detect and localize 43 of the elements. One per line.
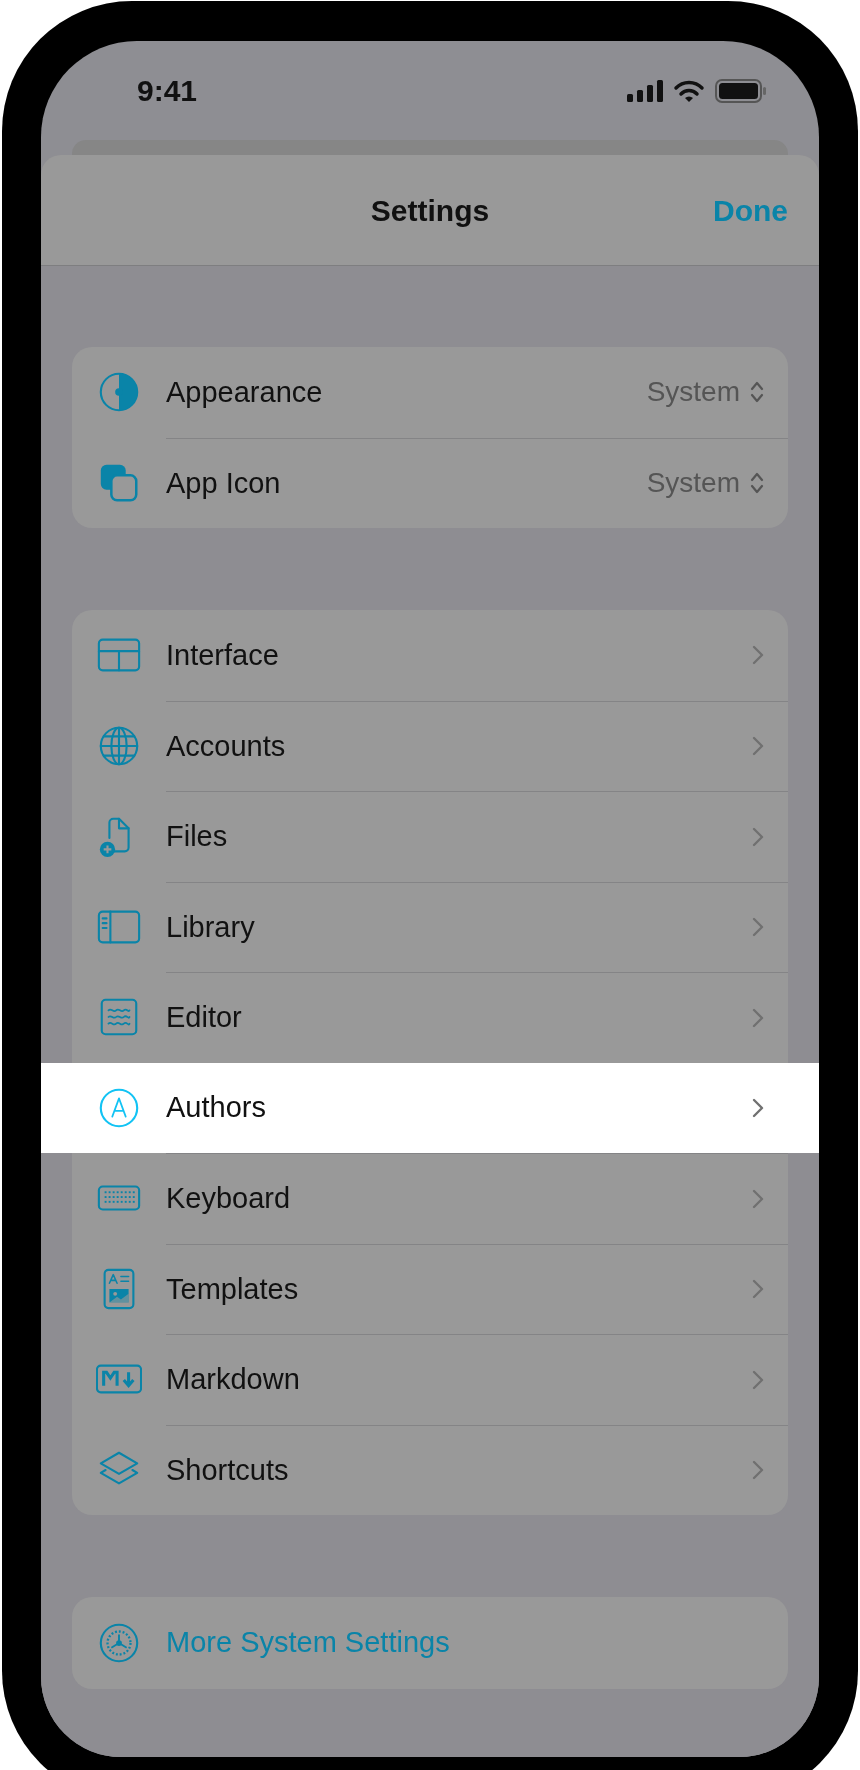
row-label: Authors: [166, 1090, 267, 1125]
settings-row[interactable]: Authors: [41, 1062, 819, 1153]
row-label: Appearance: [166, 374, 324, 410]
chevron-right-icon: [752, 917, 764, 938]
signal-icon: [627, 79, 663, 102]
wifi-icon: [673, 78, 705, 103]
sheet-title: Settings: [370, 192, 490, 229]
row-value: System: [646, 466, 740, 501]
row-label: Files: [166, 819, 229, 854]
row-label: Keyboard: [166, 1181, 292, 1216]
chevron-right-icon: [752, 1279, 764, 1300]
settings-row[interactable]: Accounts: [72, 700, 788, 791]
settings-row[interactable]: Shortcuts: [72, 1424, 788, 1515]
settings-row[interactable]: App Icon System: [72, 437, 788, 528]
row-label: App Icon: [166, 465, 282, 501]
chevron-right-icon: [752, 736, 764, 757]
settings-row[interactable]: Templates: [72, 1243, 788, 1334]
settings-row[interactable]: Appearance System: [72, 347, 788, 438]
settings-row[interactable]: Markdown: [72, 1334, 788, 1425]
battery-icon: [715, 78, 767, 103]
chevron-right-icon: [752, 826, 764, 847]
row-label: Shortcuts: [166, 1452, 290, 1488]
up-down-chevron-icon: [750, 380, 764, 405]
settings-row[interactable]: Keyboard: [72, 1153, 788, 1244]
chevron-right-icon: [752, 1007, 764, 1028]
chevron-right-icon: [752, 1369, 764, 1390]
row-value: System: [646, 375, 740, 410]
settings-row[interactable]: Interface: [72, 610, 788, 701]
row-label: Library: [166, 909, 256, 945]
row-label: Editor: [166, 1000, 243, 1035]
up-down-chevron-icon: [750, 471, 764, 496]
row-label: Templates: [166, 1271, 300, 1307]
settings-row[interactable]: Editor: [72, 972, 788, 1063]
chevron-right-icon: [752, 645, 764, 666]
row-label: Accounts: [166, 728, 287, 764]
chevron-right-icon: [752, 1097, 764, 1118]
status-time: 9:41: [137, 73, 198, 109]
settings-row[interactable]: Files: [72, 791, 788, 882]
chevron-right-icon: [752, 1188, 764, 1209]
row-label: Interface: [166, 637, 280, 673]
settings-row[interactable]: Library: [72, 881, 788, 972]
chevron-right-icon: [752, 1460, 764, 1481]
row-label: Markdown: [166, 1362, 301, 1397]
